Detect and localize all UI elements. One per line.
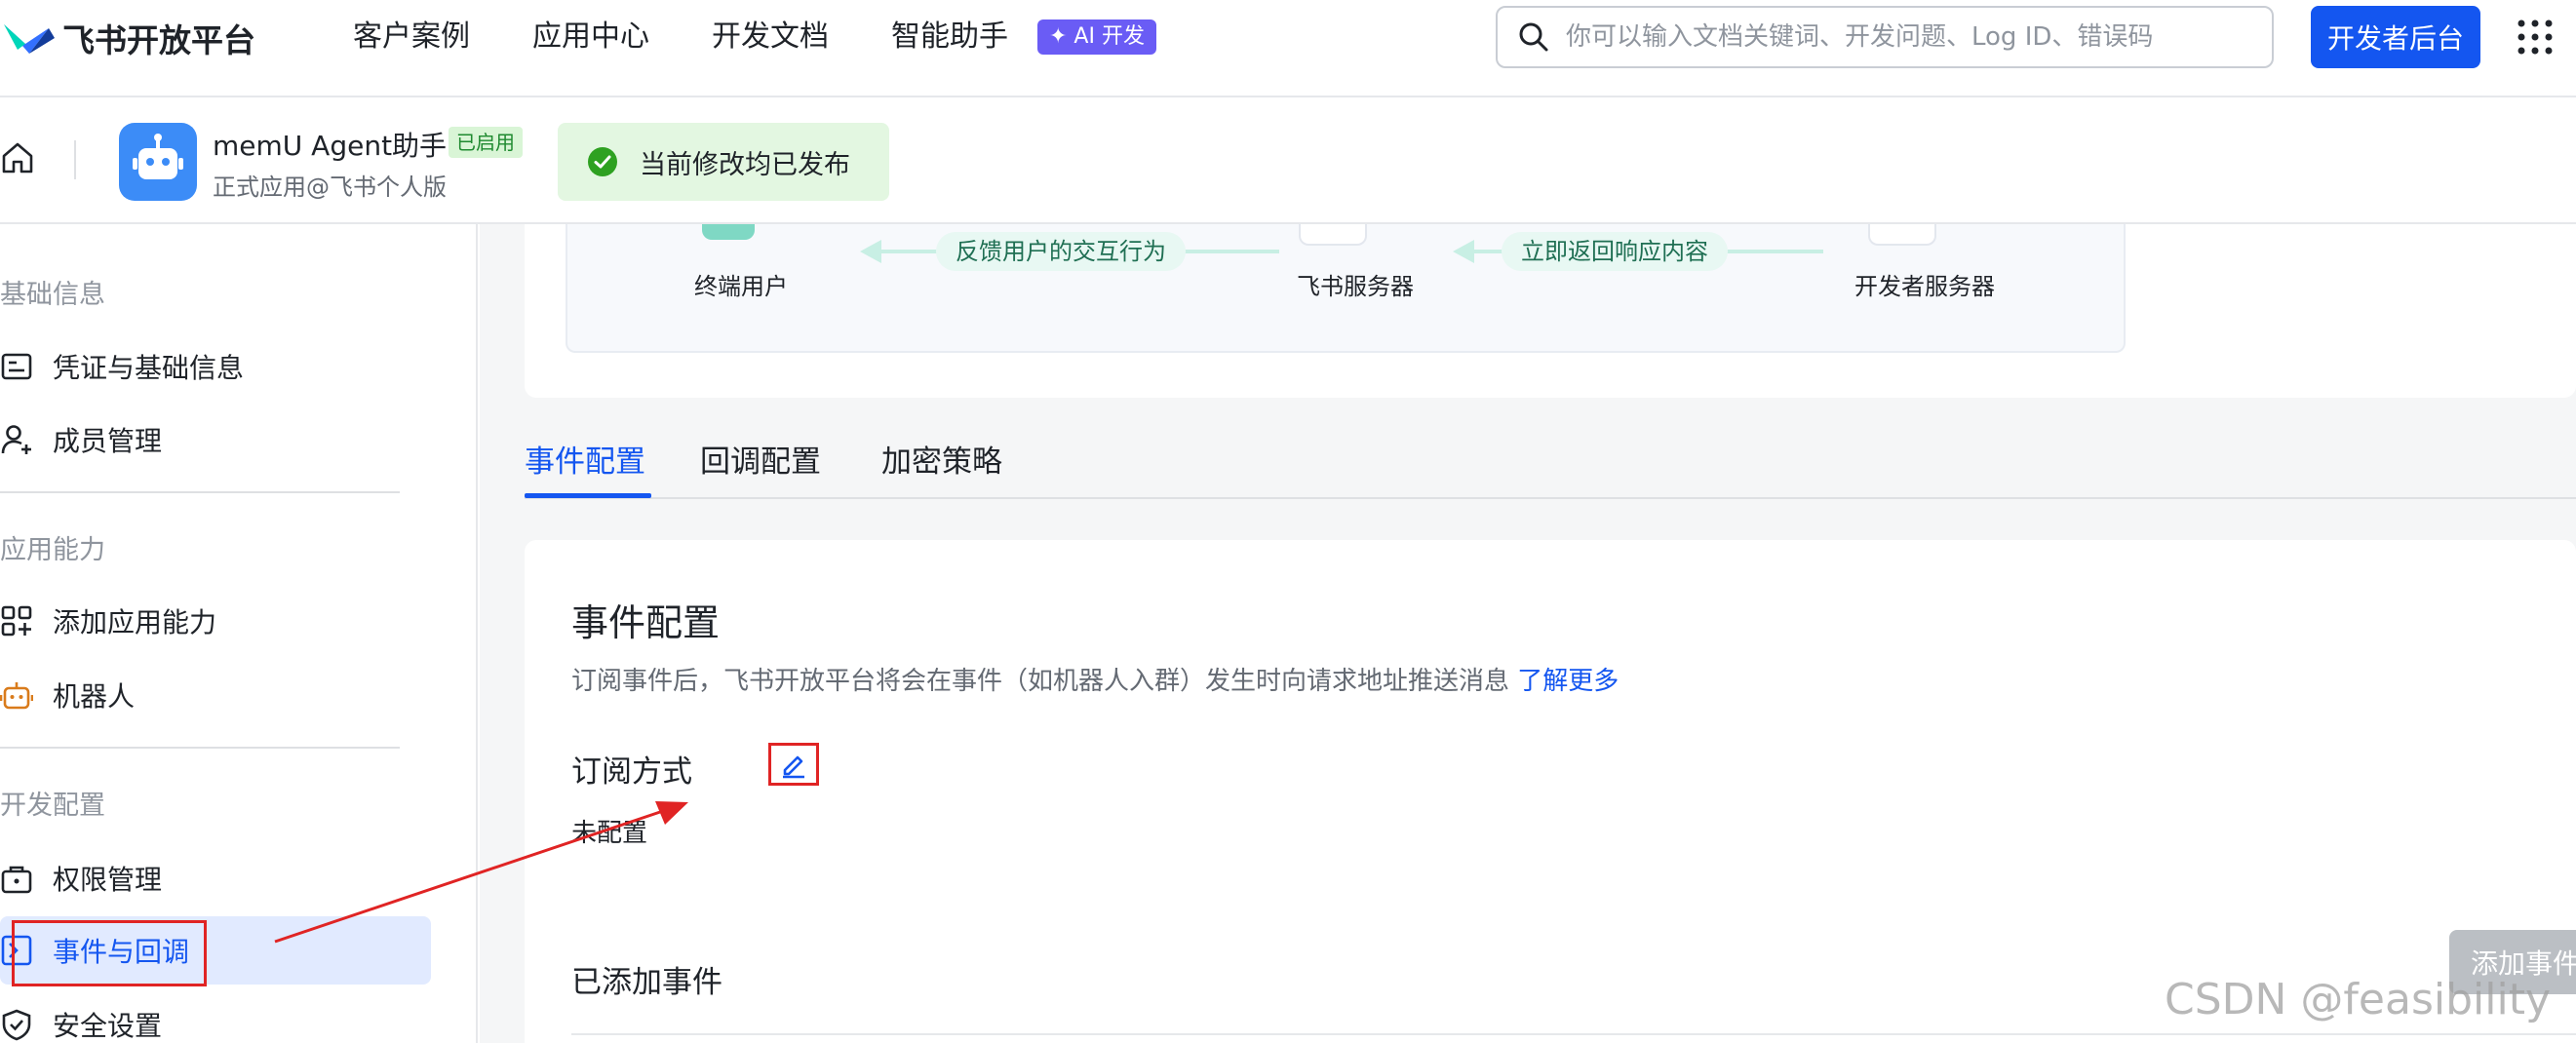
shield-icon [2, 1009, 31, 1041]
lock-box-icon [1, 866, 32, 894]
search-input[interactable] [1566, 22, 2248, 52]
developer-server-icon [1868, 224, 1936, 246]
sidebar-item-label: 凭证与基础信息 [53, 352, 245, 384]
section-title: 事件配置 [571, 601, 721, 644]
event-flow-diagram: 终端用户 飞书服务器 开发者服务器 反馈用户的交互行为 立即返回响应内容 [566, 224, 2126, 353]
search-icon [1519, 22, 1548, 52]
logo-text: 飞书开放平台 [62, 21, 255, 59]
section-description: 订阅事件后，飞书开放平台将会在事件（如机器人入群）发生时向请求地址推送消息 了解… [571, 661, 1619, 697]
main-content: 终端用户 飞书服务器 开发者服务器 反馈用户的交互行为 立即返回响应内容 事件配… [480, 224, 2576, 1043]
developer-console-button[interactable]: 开发者后台 [2311, 6, 2480, 68]
sidebar-item-members[interactable]: 成员管理 [0, 406, 431, 474]
nav-customer-cases[interactable]: 客户案例 [353, 18, 470, 57]
sidebar-group-basic-info: 基础信息 [0, 280, 105, 310]
app-header: memU Agent助手 已启用 正式应用@飞书个人版 当前修改均已发布 [0, 97, 2576, 224]
feishu-logo[interactable]: 飞书开放平台 [0, 12, 255, 64]
flow-node-developer-server: 开发者服务器 [1854, 273, 1995, 300]
edit-pencil-icon [783, 755, 804, 779]
subscribe-method-label: 订阅方式 [571, 754, 692, 790]
flow-node-end-user: 终端用户 [694, 273, 788, 300]
apps-add-icon [1, 605, 32, 637]
sidebar-item-label: 成员管理 [53, 425, 163, 457]
config-tabs: 事件配置 回调配置 加密策略 [525, 431, 2576, 499]
top-navigation: 飞书开放平台 客户案例 应用中心 开发文档 智能助手 ✦ AI 开发 开发者后台 [0, 0, 2576, 97]
end-user-icon [702, 224, 755, 240]
sidebar-item-label: 权限管理 [53, 864, 163, 896]
flow-pill-response: 立即返回响应内容 [1502, 232, 1728, 271]
edit-subscribe-button[interactable] [768, 743, 819, 786]
robot-icon [0, 682, 33, 710]
flow-pill-feedback: 反馈用户的交互行为 [936, 232, 1186, 271]
sidebar-item-robot[interactable]: 机器人 [0, 661, 431, 729]
tab-callback-config[interactable]: 回调配置 [700, 437, 821, 481]
learn-more-link[interactable]: 了解更多 [1517, 667, 1619, 696]
sidebar-item-credentials[interactable]: 凭证与基础信息 [0, 332, 431, 401]
ai-dev-badge[interactable]: ✦ AI 开发 [1037, 19, 1156, 55]
publish-status-text: 当前修改均已发布 [640, 149, 850, 180]
app-grid-icon[interactable] [2516, 18, 2555, 57]
active-tab-indicator [525, 493, 651, 498]
sidebar-item-permissions[interactable]: 权限管理 [0, 844, 431, 912]
header-divider [74, 140, 76, 179]
app-status-badge: 已启用 [449, 127, 523, 158]
publish-status-banner: 当前修改均已发布 [558, 123, 889, 201]
event-config-card: 事件配置 订阅事件后，飞书开放平台将会在事件（如机器人入群）发生时向请求地址推送… [525, 540, 2576, 1043]
watermark: CSDN @feasibility [2165, 975, 2551, 1024]
sidebar-group-dev-config: 开发配置 [0, 791, 105, 821]
app-avatar [119, 123, 197, 201]
home-icon[interactable] [0, 140, 35, 175]
robot-icon [133, 134, 183, 179]
sidebar-item-add-abilities[interactable]: 添加应用能力 [0, 587, 431, 655]
annotation-highlight-box [12, 920, 207, 986]
sidebar-item-label: 安全设置 [53, 1010, 163, 1042]
app-subtitle: 正式应用@飞书个人版 [213, 174, 447, 201]
check-circle-icon [588, 147, 617, 176]
sidebar-item-security[interactable]: 安全设置 [0, 990, 431, 1043]
feishu-logo-icon [4, 24, 55, 54]
table-top-border [571, 1033, 2576, 1035]
nav-smart-assistant[interactable]: 智能助手 [891, 18, 1008, 57]
added-events-title: 已添加事件 [571, 965, 722, 1000]
event-flow-card: 终端用户 飞书服务器 开发者服务器 反馈用户的交互行为 立即返回响应内容 [525, 224, 2576, 398]
sidebar-divider [0, 491, 400, 493]
tab-event-config[interactable]: 事件配置 [525, 437, 645, 481]
sidebar-item-label: 机器人 [53, 680, 136, 713]
sidebar-divider [0, 747, 400, 749]
user-add-icon [1, 425, 31, 454]
flow-arrow-left [860, 240, 881, 263]
sidebar-item-label: 添加应用能力 [53, 606, 217, 638]
feishu-server-icon [1299, 224, 1367, 246]
description-text: 订阅事件后，飞书开放平台将会在事件（如机器人入群）发生时向请求地址推送消息 [571, 667, 1510, 696]
flow-node-feishu-server: 飞书服务器 [1297, 273, 1414, 300]
tab-encryption[interactable]: 加密策略 [881, 437, 1002, 481]
id-card-icon [1, 353, 32, 380]
search-box[interactable] [1496, 6, 2274, 68]
sidebar-group-app-abilities: 应用能力 [0, 535, 105, 565]
nav-dev-docs[interactable]: 开发文档 [712, 18, 829, 57]
subscribe-method-value: 未配置 [571, 819, 648, 848]
nav-app-center[interactable]: 应用中心 [532, 18, 649, 57]
flow-arrow-left [1453, 240, 1474, 263]
app-name: memU Agent助手 [213, 130, 448, 162]
